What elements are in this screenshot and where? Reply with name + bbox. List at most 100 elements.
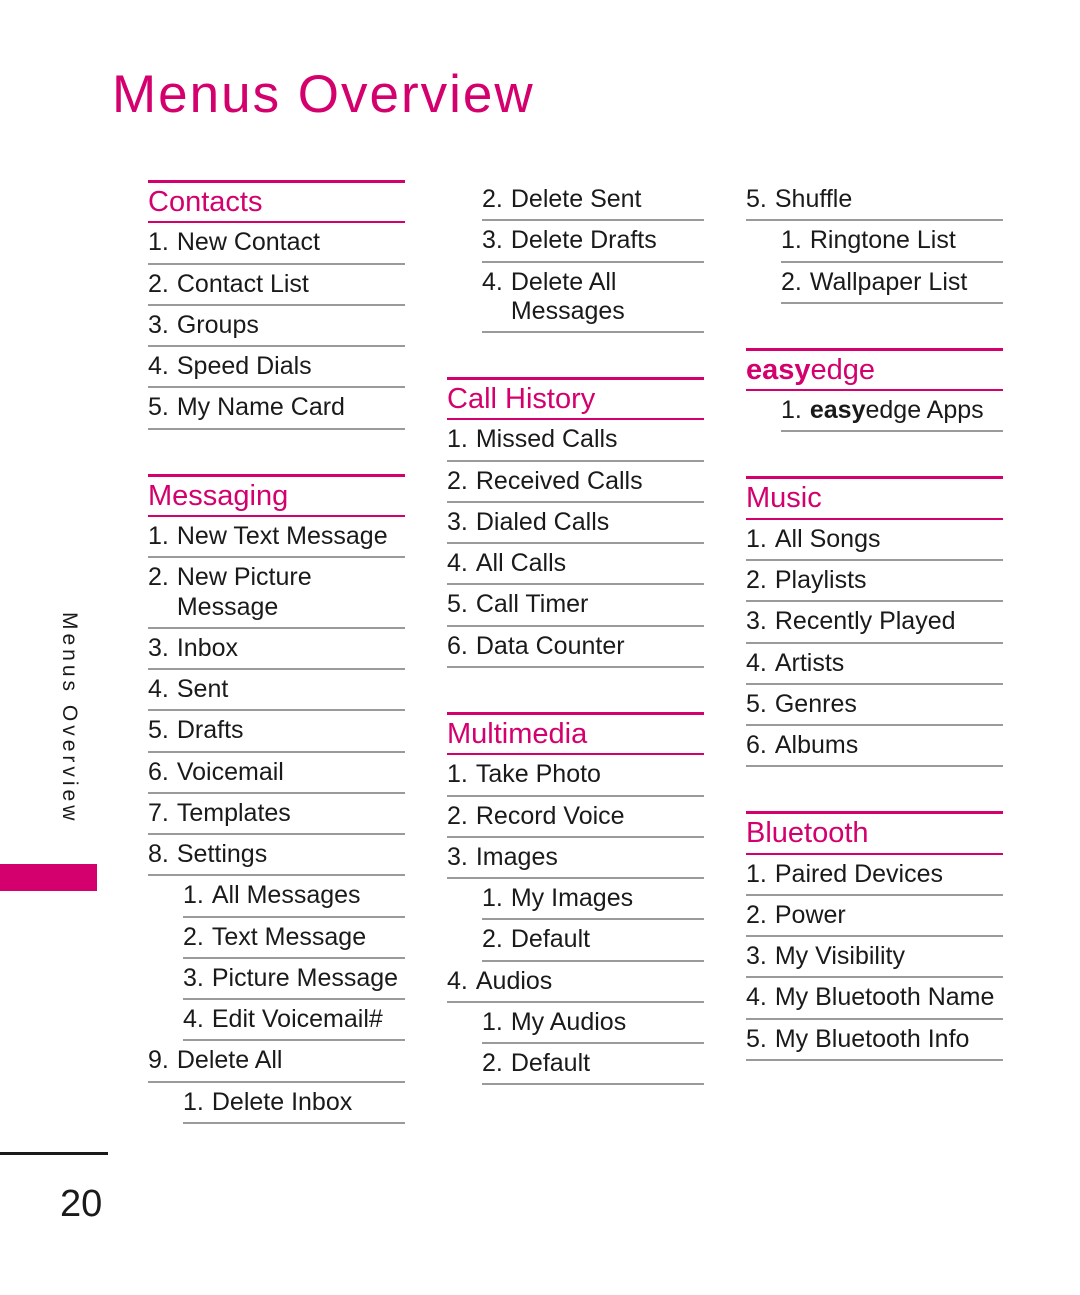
menu-item[interactable]: 8. Settings [148, 835, 405, 877]
menu-item-line: 2. New Picture Message [148, 558, 405, 627]
menu-item-label: Sent [176, 675, 229, 703]
menu-item-label: Artists [774, 648, 845, 677]
menu-item[interactable]: 2. Playlists [746, 561, 1003, 603]
menu-item[interactable]: 1. Missed Calls [447, 420, 704, 462]
menu-item-number: 2. [746, 900, 767, 929]
menu-item[interactable]: 3. My Visibility [746, 937, 1003, 979]
menu-item[interactable]: 4. Audios [447, 962, 704, 1003]
section-heading: Call History [447, 383, 596, 415]
menu-item-rule [482, 1083, 704, 1086]
menu-item-line: 6. Voicemail [148, 753, 405, 792]
menu-item-label: Default [510, 925, 591, 954]
menu-item-line: 3. Inbox [148, 629, 405, 668]
menu-item[interactable]: 4. My Bluetooth Name [746, 978, 1003, 1020]
menu-item[interactable]: 4. Delete All Messages [447, 263, 704, 333]
side-chapter-tab [0, 864, 97, 891]
menu-item[interactable]: 4. Sent [148, 670, 405, 712]
menu-item-number: 6. [746, 731, 767, 759]
menu-item-number: 1. [482, 1007, 503, 1036]
menu-item-line: 1. New Text Message [148, 517, 405, 556]
menu-item[interactable]: 1. New Contact [148, 223, 405, 265]
menu-item[interactable]: 4. Speed Dials [148, 347, 405, 389]
menu-item[interactable]: 3. Dialed Calls [447, 503, 704, 545]
menu-item[interactable]: 2. Wallpaper List [746, 263, 1003, 304]
menu-item-label: Text Message [211, 922, 367, 951]
menu-item[interactable]: 4. Artists [746, 644, 1003, 685]
menu-item[interactable]: 1. Paired Devices [746, 855, 1003, 896]
menu-item-label: Contact List [176, 269, 309, 298]
menu-item-number: 3. [183, 963, 204, 992]
menu-item[interactable]: 1. New Text Message [148, 517, 405, 559]
menu-item-label: Delete Drafts [510, 226, 657, 255]
menu-item[interactable]: 2. Record Voice [447, 797, 704, 838]
menu-item[interactable]: 3. Inbox [148, 629, 405, 670]
menu-item-line: 2. Delete Sent [482, 180, 704, 219]
menu-item[interactable]: 6. Data Counter [447, 627, 704, 668]
section-heading: Bluetooth [746, 817, 869, 850]
menu-item-line: 2. Wallpaper List [781, 263, 1003, 302]
menu-item[interactable]: 5. Drafts [148, 711, 405, 753]
menu-item-line: 5. Genres [746, 685, 1003, 724]
menu-item[interactable]: 1. Delete Inbox [148, 1083, 405, 1124]
page-title: Menus Overview [112, 65, 535, 124]
manual-page: Menus Overview Menus Overview Contacts 1.… [0, 0, 1080, 1295]
menu-item[interactable]: 2. New Picture Message [148, 558, 405, 629]
menu-item[interactable]: 4. All Calls [447, 544, 704, 586]
menu-item-line: 3. Images [447, 838, 704, 877]
menu-item[interactable]: 2. Delete Sent [447, 180, 704, 222]
menu-item-rule [447, 665, 704, 668]
menu-item-line: 1. Missed Calls [447, 420, 704, 459]
menu-item-label: Delete Sent [510, 185, 642, 213]
menu-item[interactable]: 3. Picture Message [148, 959, 405, 1000]
menu-item[interactable]: 1. My Audios [447, 1003, 704, 1044]
menu-item-rule [148, 427, 405, 430]
menu-item[interactable]: 7. Templates [148, 794, 405, 835]
menu-item[interactable]: 2. Contact List [148, 265, 405, 306]
menu-section: Call History 1. Missed Calls 2. Received Cal… [447, 377, 704, 668]
menu-column: 5. Shuffle 1. Ringtone List 2. Wallpaper List… [746, 180, 1003, 1124]
menu-item-rule [781, 301, 1003, 304]
menu-item-line: 1. All Songs [746, 520, 1003, 559]
menu-item[interactable]: 2. Received Calls [447, 462, 704, 503]
menu-item-line: 5. My Name Card [148, 388, 405, 427]
menu-item-label: Audios [475, 966, 553, 995]
menu-item-number: 5. [746, 185, 767, 213]
menu-item-number: 2. [482, 925, 503, 954]
menu-item[interactable]: 1. Ringtone List [746, 221, 1003, 263]
menu-item[interactable]: 1. All Songs [746, 520, 1003, 561]
menu-item-rule [781, 430, 1003, 433]
menu-item-number: 6. [148, 757, 169, 786]
menu-item[interactable]: 2. Default [447, 920, 704, 962]
menu-item-line: 3. Picture Message [183, 959, 405, 998]
menu-item-line: 8. Settings [148, 835, 405, 874]
menu-item[interactable]: 5. Genres [746, 685, 1003, 726]
menu-item[interactable]: 5. Call Timer [447, 585, 704, 627]
menu-item[interactable]: 1. easyedge Apps [746, 391, 1003, 433]
menu-item[interactable]: 4. Edit Voicemail# [148, 1000, 405, 1042]
menu-item-label: Albums [774, 731, 859, 759]
menu-item[interactable]: 3. Groups [148, 306, 405, 348]
menu-item-label: Paired Devices [774, 859, 943, 888]
menu-item[interactable]: 5. My Bluetooth Info [746, 1020, 1003, 1061]
menu-item-line: 6. Albums [746, 726, 1003, 765]
menu-item[interactable]: 6. Albums [746, 726, 1003, 768]
menu-item[interactable]: 5. My Name Card [148, 388, 405, 430]
menu-item[interactable]: 9. Delete All [148, 1041, 405, 1083]
menu-item-label: Images [475, 842, 558, 871]
menu-item-line: 6. Data Counter [447, 627, 704, 666]
menu-item-line: 9. Delete All [148, 1041, 405, 1080]
menu-item[interactable]: 3. Delete Drafts [447, 221, 704, 263]
menu-item-line: 2. Default [482, 1044, 704, 1083]
menu-item[interactable]: 3. Images [447, 838, 704, 879]
menu-item-number: 4. [447, 966, 468, 995]
menu-item-line: 4. Artists [746, 644, 1003, 683]
menu-item[interactable]: 1. All Messages [148, 876, 405, 918]
menu-item[interactable]: 1. My Images [447, 879, 704, 921]
menu-item[interactable]: 5. Shuffle [746, 180, 1003, 222]
menu-item[interactable]: 2. Default [447, 1044, 704, 1086]
menu-item[interactable]: 3. Recently Played [746, 602, 1003, 644]
menu-item[interactable]: 2. Text Message [148, 918, 405, 959]
menu-item[interactable]: 2. Power [746, 896, 1003, 938]
menu-item[interactable]: 6. Voicemail [148, 753, 405, 794]
menu-item[interactable]: 1. Take Photo [447, 755, 704, 797]
